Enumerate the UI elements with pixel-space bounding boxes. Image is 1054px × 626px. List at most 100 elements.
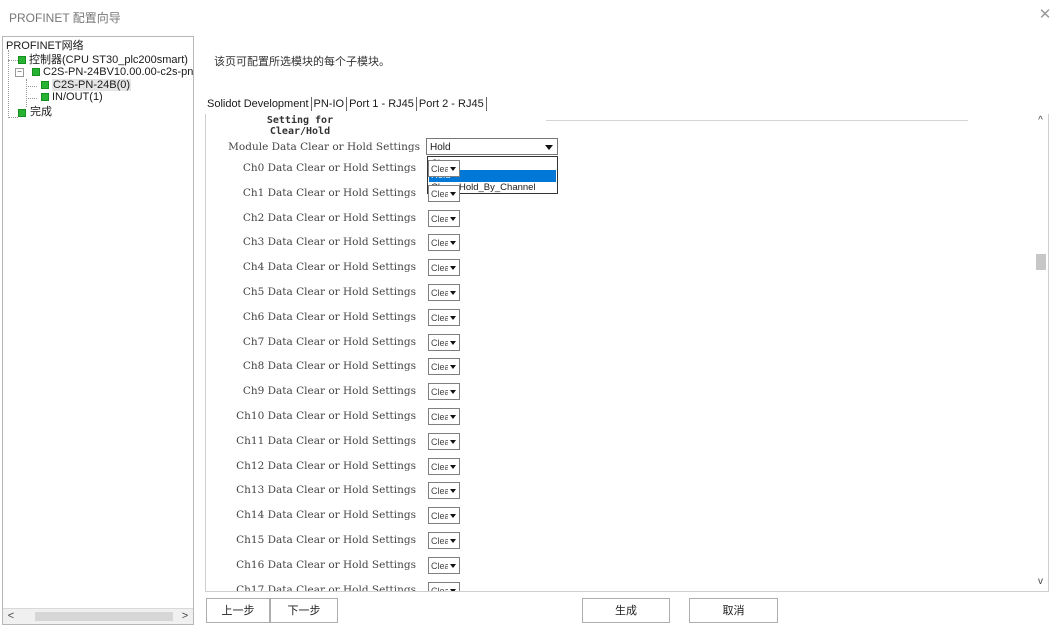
tab-port-2[interactable]: Port 2 - RJ45 [419, 97, 487, 111]
channel-setting-value: Clea [431, 188, 450, 199]
dropdown-arrow-icon[interactable] [448, 310, 458, 324]
scroll-up-icon[interactable]: ^ [1035, 115, 1046, 127]
dropdown-arrow-icon[interactable] [448, 162, 458, 175]
settings-vertical-scrollbar[interactable]: ^ v [1033, 114, 1048, 591]
cancel-button[interactable]: 取消 [689, 598, 778, 623]
group-title-line1: Setting for [266, 115, 334, 126]
channel-setting-label: Ch11 Data Clear or Hold Settings [236, 434, 416, 447]
channel-setting-select[interactable]: Clea [428, 581, 460, 591]
dropdown-arrow-icon[interactable] [448, 434, 458, 448]
channel-setting-select[interactable]: Clea [428, 184, 460, 202]
device-node-icon [32, 68, 40, 76]
dropdown-arrow-icon[interactable] [448, 360, 458, 374]
channel-setting-value: Clea [431, 511, 450, 522]
channel-setting-select[interactable]: Clea [428, 259, 460, 277]
channel-setting-value: Clea [431, 288, 450, 298]
channel-setting-select[interactable]: Clea [428, 532, 460, 549]
dropdown-arrow-icon[interactable] [448, 236, 458, 250]
channel-setting-row: Ch14 Data Clear or Hold Settings Clea [206, 506, 966, 526]
channel-setting-label: Ch3 Data Clear or Hold Settings [242, 236, 416, 249]
finish-node-icon [18, 109, 26, 117]
channel-setting-row: Ch13 Data Clear or Hold Settings Clea [206, 481, 966, 501]
channel-setting-value: Clea [431, 412, 450, 422]
io-node-icon [41, 93, 49, 101]
controller-node-icon [18, 56, 26, 64]
channel-setting-label: Ch17 Data Clear or Hold Settings [236, 583, 416, 592]
channel-setting-row: Ch17 Data Clear or Hold Settings Clea [206, 581, 966, 592]
channel-setting-select[interactable]: Clea [428, 308, 460, 326]
scroll-right-icon[interactable]: > [178, 610, 192, 622]
close-icon[interactable]: ✕ [1036, 6, 1054, 24]
dropdown-arrow-icon[interactable] [448, 335, 458, 349]
next-button[interactable]: 下一步 [270, 598, 338, 623]
tree-connector [8, 60, 18, 61]
channel-setting-row: Ch2 Data Clear or Hold Settings Clea [206, 209, 966, 229]
scroll-left-icon[interactable]: < [4, 610, 18, 622]
module-setting-select[interactable]: Hold [426, 138, 558, 155]
channel-setting-select[interactable]: Clea [428, 457, 460, 475]
dropdown-arrow-icon[interactable] [448, 410, 458, 423]
scroll-down-icon[interactable]: v [1035, 576, 1046, 588]
tree-item-controller[interactable]: 控制器(CPU ST30_plc200smart) [29, 54, 188, 66]
channel-setting-label: Ch0 Data Clear or Hold Settings [242, 162, 416, 174]
channel-setting-select[interactable]: Clea [428, 284, 460, 301]
tree-item-in-out[interactable]: IN/OUT(1) [52, 91, 103, 103]
dropdown-arrow-icon[interactable] [448, 509, 458, 523]
module-node-icon [41, 81, 49, 89]
channel-setting-select[interactable]: Clea [428, 358, 460, 376]
scrollbar-thumb[interactable] [1036, 254, 1046, 270]
channel-setting-select[interactable]: Clea [428, 209, 460, 227]
channel-setting-value: Clea [431, 486, 450, 497]
channel-setting-label: Ch13 Data Clear or Hold Settings [236, 484, 416, 497]
tree-item-device[interactable]: C2S-PN-24BV10.00.00-c2s-pn [43, 66, 193, 78]
channel-setting-select[interactable]: Clea [428, 160, 460, 177]
generate-button[interactable]: 生成 [582, 598, 670, 623]
dropdown-arrow-icon[interactable] [448, 286, 458, 299]
module-setting-value: Hold [430, 142, 451, 153]
tree-root-network[interactable]: PROFINET网络 [6, 40, 84, 52]
dropdown-arrow-icon[interactable] [448, 186, 458, 200]
tab-solidot-development[interactable]: Solidot Development [207, 97, 312, 111]
channel-setting-select[interactable]: Clea [428, 383, 460, 401]
channel-setting-select[interactable]: Clea [428, 333, 460, 351]
tree-item-finish[interactable]: 完成 [30, 106, 52, 118]
tab-port-1[interactable]: Port 1 - RJ45 [349, 97, 417, 111]
dropdown-arrow-icon[interactable] [448, 261, 458, 275]
group-title: Setting for Clear/Hold [260, 115, 340, 137]
dropdown-arrow-icon[interactable] [448, 459, 458, 473]
channel-setting-row: Ch1 Data Clear or Hold Settings Clea [206, 184, 966, 204]
module-setting-row: Module Data Clear or Hold Settings [206, 138, 966, 158]
tree-horizontal-scrollbar[interactable]: < > [3, 608, 193, 624]
channel-setting-value: Clea [431, 164, 450, 174]
scrollbar-thumb[interactable] [35, 612, 173, 621]
channel-setting-select[interactable]: Clea [428, 408, 460, 425]
channel-setting-value: Clea [431, 213, 450, 224]
channel-setting-select[interactable]: Clea [428, 234, 460, 252]
channel-setting-label: Ch10 Data Clear or Hold Settings [236, 410, 416, 422]
channel-setting-label: Ch2 Data Clear or Hold Settings [242, 211, 416, 224]
module-tab-strip: Solidot Development PN-IO Port 1 - RJ45 … [207, 97, 489, 115]
dropdown-arrow-icon[interactable] [448, 558, 458, 572]
dropdown-arrow-icon[interactable] [448, 211, 458, 225]
tree-item-module-selected[interactable]: C2S-PN-24B(0) [52, 79, 132, 91]
channel-setting-select[interactable]: Clea [428, 556, 460, 574]
channel-setting-value: Clea [431, 312, 450, 323]
dropdown-arrow-icon[interactable] [448, 583, 458, 591]
collapse-icon[interactable]: − [15, 68, 24, 77]
channel-setting-select[interactable]: Clea [428, 432, 460, 450]
channel-setting-value: Clea [431, 362, 450, 373]
dropdown-arrow-icon[interactable] [448, 534, 458, 547]
tab-pn-io[interactable]: PN-IO [314, 97, 348, 111]
settings-panel: Setting for Clear/Hold Module Data Clear… [205, 114, 1049, 592]
navigation-tree: PROFINET网络 控制器(CPU ST30_plc200smart) − C… [2, 36, 194, 625]
dropdown-arrow-icon[interactable] [448, 484, 458, 498]
dropdown-arrow-icon[interactable] [448, 385, 458, 399]
channel-setting-select[interactable]: Clea [428, 482, 460, 500]
channel-setting-row: Ch5 Data Clear or Hold Settings Clea [206, 283, 966, 303]
channel-setting-row: Ch11 Data Clear or Hold Settings Clea [206, 432, 966, 452]
page-description: 该页可配置所选模块的每个子模块。 [214, 56, 390, 68]
previous-button[interactable]: 上一步 [206, 598, 270, 623]
channel-setting-value: Clea [431, 337, 450, 348]
dropdown-arrow-icon[interactable] [543, 140, 555, 153]
channel-setting-select[interactable]: Clea [428, 507, 460, 525]
